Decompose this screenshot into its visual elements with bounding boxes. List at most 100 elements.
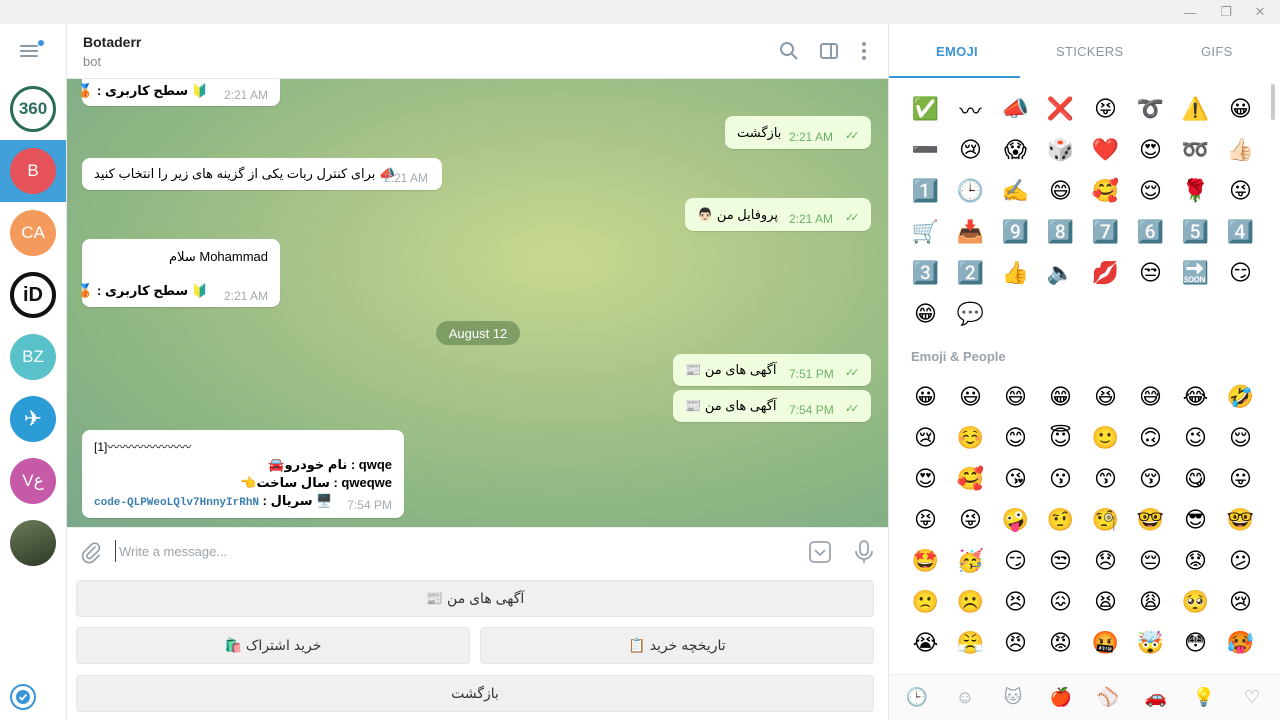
search-icon[interactable] [778,40,800,62]
chat-item-telegram[interactable]: ✈ [0,388,66,450]
chat-title[interactable]: Botaderr [83,34,141,50]
microphone-icon[interactable] [852,539,876,565]
emoji-cell[interactable]: 😃 [948,377,993,418]
emoji-cell[interactable]: 😢 [948,130,993,171]
emoji-cell[interactable]: 😆 [1083,377,1128,418]
recent-category-icon[interactable]: 🕒 [905,685,929,709]
emoji-cell[interactable]: 💋 [1083,253,1128,294]
emoji-cell[interactable]: 😍 [1128,130,1173,171]
emoji-cell[interactable]: 😅 [1128,377,1173,418]
chat-item-ca[interactable]: CA [0,202,66,264]
emoji-cell[interactable]: 👍 [993,253,1038,294]
chat-item-id[interactable]: iD [0,264,66,326]
emoji-cell[interactable]: 😀 [903,377,948,418]
emoji-cell[interactable]: ✅ [903,89,948,130]
emoji-cell[interactable]: ➿ [1173,130,1218,171]
emoji-cell[interactable]: 😊 [993,418,1038,459]
emoji-cell[interactable]: ✍️ [993,171,1038,212]
emoji-cell[interactable]: 😫 [1083,582,1128,623]
emoji-cell[interactable]: 😘 [993,459,1038,500]
emoji-scrollbar[interactable] [1271,84,1275,664]
emoji-cell[interactable]: 😗 [1038,459,1083,500]
emoji-cell[interactable]: 📥 [948,212,993,253]
emoji-cell[interactable]: 😢 [1218,582,1263,623]
emoji-cell[interactable]: 🥺 [1173,582,1218,623]
emoji-cell[interactable]: 🙂 [1083,418,1128,459]
travel-category-icon[interactable]: 🚗 [1144,685,1168,709]
emoji-cell[interactable]: 😁 [903,294,948,335]
emoji-cell[interactable]: 😜 [1218,171,1263,212]
maximize-button[interactable]: ❐ [1212,2,1240,22]
food-category-icon[interactable]: 🍎 [1049,685,1073,709]
emoji-cell[interactable]: 😣 [993,582,1038,623]
emoji-cell[interactable]: 😤 [948,623,993,664]
emoji-cell[interactable]: 😀 [1218,89,1263,130]
emoji-cell[interactable]: 9️⃣ [993,212,1038,253]
emoji-cell[interactable]: 🙁 [903,582,948,623]
emoji-cell[interactable]: 😒 [1128,253,1173,294]
emoji-cell[interactable]: 🤨 [1038,500,1083,541]
chat-item-photo[interactable] [0,512,66,574]
emoji-cell[interactable]: 😖 [1038,582,1083,623]
emoji-cell[interactable]: 😞 [1083,541,1128,582]
emoji-cell[interactable]: 3️⃣ [903,253,948,294]
emoji-cell[interactable]: 😕 [1218,541,1263,582]
emoji-cell[interactable]: 😄 [1038,171,1083,212]
chat-item-bz[interactable]: BZ [0,326,66,388]
emoji-cell[interactable]: ☺️ [948,418,993,459]
emoji-cell[interactable]: ☹️ [948,582,993,623]
chat-item-v[interactable]: Vع [0,450,66,512]
emoji-cell[interactable]: 🎲 [1038,130,1083,171]
my-ads-button[interactable]: 📰 آگهی های من [76,580,874,617]
emoji-cell[interactable]: 🤪 [993,500,1038,541]
emoji-cell[interactable]: 😒 [1038,541,1083,582]
purchase-history-button[interactable]: 📋 تاریخچه خرید [480,627,874,664]
close-window-button[interactable]: ✕ [1246,2,1274,22]
emoji-cell[interactable]: 2️⃣ [948,253,993,294]
animals-category-icon[interactable]: 🐱 [1001,685,1025,709]
emoji-cell[interactable]: 😌 [1128,171,1173,212]
emoji-cell[interactable]: 😱 [993,130,1038,171]
bot-keyboard-icon[interactable] [808,540,832,564]
tab-emoji[interactable]: EMOJI [936,44,978,59]
emoji-cell[interactable]: 😩 [1128,582,1173,623]
emoji-cell[interactable]: 〰 [948,89,993,130]
main-menu-button[interactable] [20,40,46,62]
emoji-cell[interactable]: 🕒 [948,171,993,212]
emoji-cell[interactable]: 😋 [1173,459,1218,500]
emoji-cell[interactable]: 😌 [1218,418,1263,459]
back-button[interactable]: بازگشت [76,675,874,712]
emoji-cell[interactable]: ➖ [903,130,948,171]
emoji-cell[interactable]: 5️⃣ [1173,212,1218,253]
more-options-icon[interactable] [853,40,875,62]
chat-item-360[interactable]: 360 [0,78,66,140]
emoji-cell[interactable]: 😟 [1173,541,1218,582]
emoji-cell[interactable]: 🛒 [903,212,948,253]
emoji-cell[interactable]: 😏 [993,541,1038,582]
emoji-cell[interactable]: 8️⃣ [1038,212,1083,253]
emoji-cell[interactable]: 6️⃣ [1128,212,1173,253]
emoji-cell[interactable]: ⚠️ [1173,89,1218,130]
emoji-cell[interactable]: 😏 [1218,253,1263,294]
emoji-cell[interactable]: 😳 [1173,623,1218,664]
emoji-cell[interactable]: 🤓 [1218,500,1263,541]
objects-category-icon[interactable]: 💡 [1192,685,1216,709]
emoji-cell[interactable]: 📣 [993,89,1038,130]
emoji-cell[interactable]: 😍 [903,459,948,500]
emoji-cell[interactable]: 🥰 [948,459,993,500]
emoji-cell[interactable]: 😔 [1128,541,1173,582]
emoji-cell[interactable]: 🌹 [1173,171,1218,212]
emoji-cell[interactable]: 😙 [1083,459,1128,500]
emoji-cell[interactable]: 🥰 [1083,171,1128,212]
emoji-cell[interactable]: ❤️ [1083,130,1128,171]
emoji-cell[interactable]: 😄 [993,377,1038,418]
emoji-cell[interactable]: 😛 [1218,459,1263,500]
emoji-cell[interactable]: 😁 [1038,377,1083,418]
emoji-cell[interactable]: 😝 [1083,89,1128,130]
emoji-cell[interactable]: 😝 [903,500,948,541]
emoji-cell[interactable]: 😇 [1038,418,1083,459]
emoji-cell[interactable]: 🤩 [903,541,948,582]
emoji-cell[interactable]: 🔈 [1038,253,1083,294]
smileys-category-icon[interactable]: ☺ [953,685,977,709]
emoji-cell[interactable]: 🤓 [1128,500,1173,541]
